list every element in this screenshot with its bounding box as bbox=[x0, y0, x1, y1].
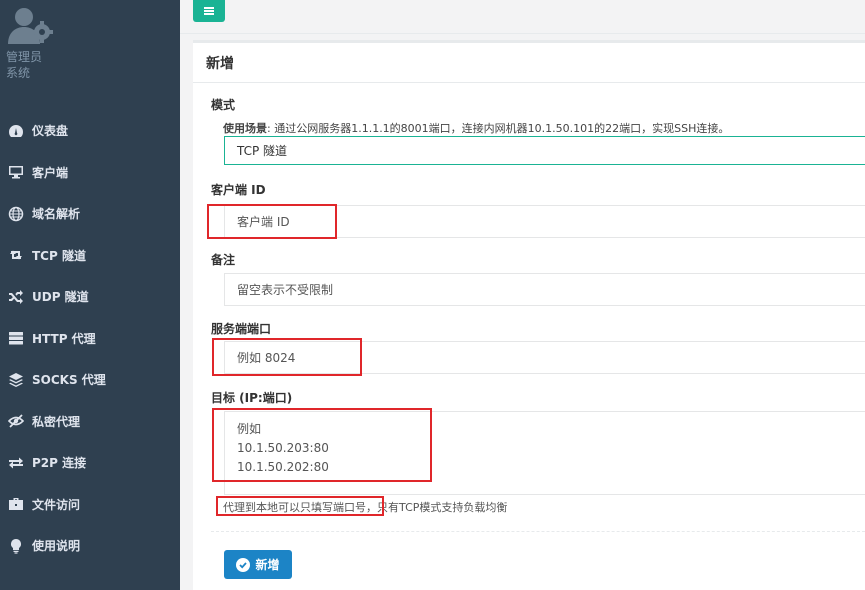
scenario-text: : 通过公网服务器1.1.1.1的8001端口，连接内网机器10.1.50.10… bbox=[267, 122, 730, 135]
monitor-icon bbox=[7, 163, 25, 181]
sidebar-item-label: UDP 隧道 bbox=[32, 290, 89, 305]
server-icon bbox=[7, 329, 25, 347]
annotation-box-help bbox=[216, 496, 384, 516]
user-profile[interactable]: 管理员 系统 bbox=[6, 6, 66, 81]
retweet-icon bbox=[7, 246, 25, 264]
submit-add-button[interactable]: 新增 bbox=[224, 550, 292, 579]
eye-slash-icon bbox=[7, 412, 25, 430]
form-divider bbox=[211, 531, 865, 532]
menu-toggle-button[interactable] bbox=[193, 0, 225, 22]
mode-select[interactable]: TCP 隧道 bbox=[224, 136, 865, 165]
hamburger-icon bbox=[204, 7, 214, 15]
remark-placeholder: 留空表示不受限制 bbox=[237, 283, 334, 297]
sidebar-item-help[interactable]: 使用说明 bbox=[0, 525, 180, 567]
sidebar-item-dns[interactable]: 域名解析 bbox=[0, 193, 180, 235]
sidebar-item-label: HTTP 代理 bbox=[32, 331, 96, 346]
remark-input[interactable]: 留空表示不受限制 bbox=[224, 273, 865, 306]
server-port-label: 服务端端口 bbox=[211, 322, 272, 336]
exchange-icon bbox=[7, 454, 25, 472]
sidebar-item-label: 私密代理 bbox=[32, 414, 81, 429]
annotation-box-target bbox=[212, 408, 432, 482]
target-label: 目标 (IP:端口) bbox=[211, 391, 293, 405]
lightbulb-icon bbox=[7, 537, 25, 555]
briefcase-icon bbox=[7, 495, 25, 513]
sidebar-item-label: 文件访问 bbox=[32, 497, 81, 512]
sidebar: 管理员 系统 仪表盘 客户端 域名解析 TCP 隧道 UDP 隧道 HTTP 代… bbox=[0, 0, 180, 590]
dashboard-icon bbox=[7, 122, 25, 140]
panel-title: 新增 bbox=[193, 43, 865, 83]
profile-name: 管理员 bbox=[6, 50, 43, 64]
layers-icon bbox=[7, 371, 25, 389]
sidebar-item-label: 使用说明 bbox=[32, 539, 81, 554]
check-circle-icon bbox=[236, 557, 251, 572]
sidebar-nav: 仪表盘 客户端 域名解析 TCP 隧道 UDP 隧道 HTTP 代理 SOCKS… bbox=[0, 110, 180, 567]
sidebar-item-dashboard[interactable]: 仪表盘 bbox=[0, 110, 180, 152]
sidebar-item-private-proxy[interactable]: 私密代理 bbox=[0, 401, 180, 443]
sidebar-item-label: P2P 连接 bbox=[32, 456, 87, 471]
sidebar-item-file-access[interactable]: 文件访问 bbox=[0, 484, 180, 526]
top-navbar bbox=[180, 0, 865, 34]
sidebar-item-clients[interactable]: 客户端 bbox=[0, 152, 180, 194]
mode-label: 模式 bbox=[211, 98, 236, 112]
scenario-label: 使用场景 bbox=[223, 122, 267, 135]
sidebar-item-label: 仪表盘 bbox=[32, 124, 69, 139]
profile-role: 系统 bbox=[6, 66, 31, 80]
sidebar-item-http-proxy[interactable]: HTTP 代理 bbox=[0, 318, 180, 360]
scenario-hint: 使用场景: 通过公网服务器1.1.1.1的8001端口，连接内网机器10.1.5… bbox=[223, 120, 729, 136]
sidebar-item-label: SOCKS 代理 bbox=[32, 373, 106, 388]
sidebar-item-label: 域名解析 bbox=[32, 207, 81, 222]
sidebar-item-label: TCP 隧道 bbox=[32, 248, 86, 263]
client-id-label: 客户端 ID bbox=[211, 183, 266, 197]
mode-selected-value: TCP 隧道 bbox=[237, 144, 288, 158]
sidebar-item-tcp-tunnel[interactable]: TCP 隧道 bbox=[0, 235, 180, 277]
shuffle-icon bbox=[7, 288, 25, 306]
submit-add-label: 新增 bbox=[255, 558, 280, 572]
remark-label: 备注 bbox=[211, 253, 236, 267]
help-text-rest: ，只有TCP模式支持负载均衡 bbox=[366, 501, 508, 514]
annotation-box-server-port bbox=[212, 338, 362, 376]
user-gear-icon bbox=[6, 6, 56, 46]
sidebar-item-udp-tunnel[interactable]: UDP 隧道 bbox=[0, 276, 180, 318]
sidebar-item-socks-proxy[interactable]: SOCKS 代理 bbox=[0, 359, 180, 401]
sidebar-item-p2p[interactable]: P2P 连接 bbox=[0, 442, 180, 484]
globe-icon bbox=[7, 205, 25, 223]
annotation-box-client-id bbox=[207, 204, 337, 239]
sidebar-item-label: 客户端 bbox=[32, 165, 69, 180]
